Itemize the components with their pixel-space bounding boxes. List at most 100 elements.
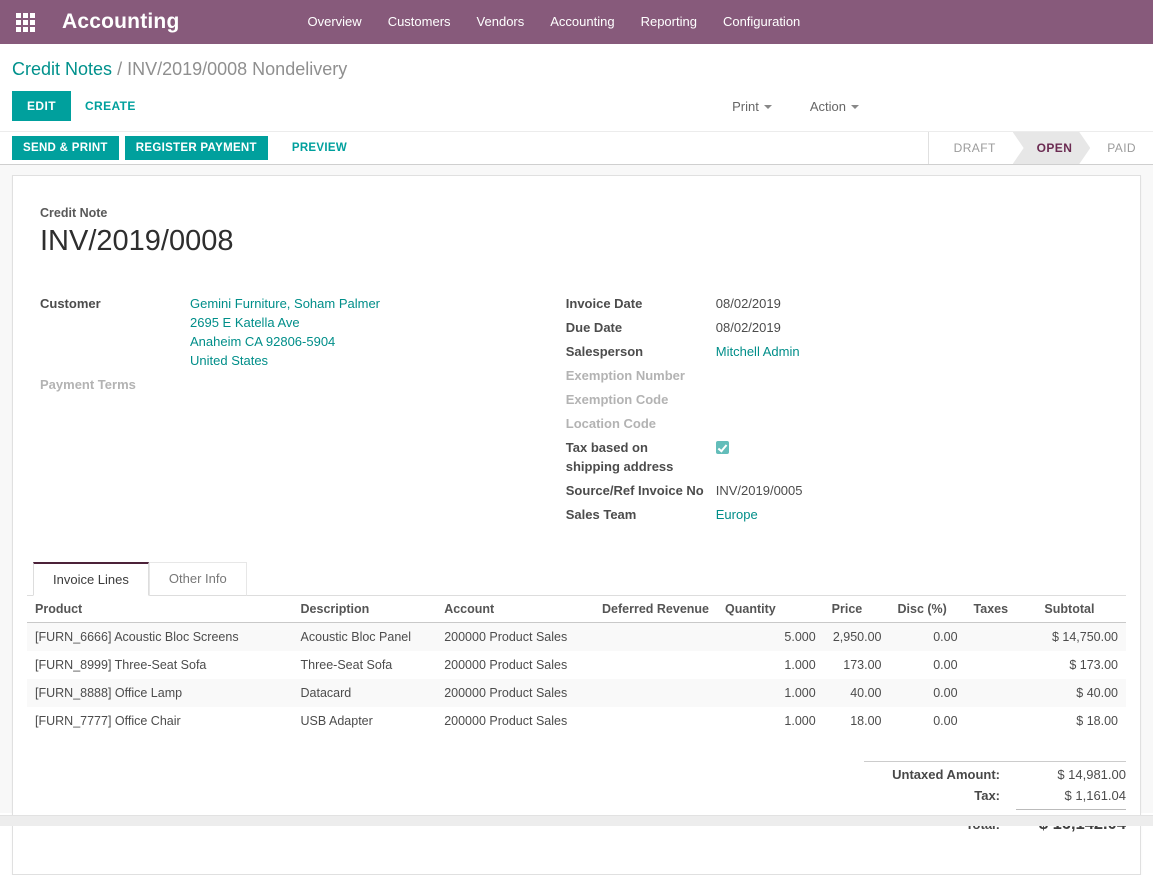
- cell-product: [FURN_8999] Three-Seat Sofa: [27, 651, 293, 679]
- customer-street-link[interactable]: 2695 E Katella Ave: [190, 313, 380, 332]
- cell-disc: 0.00: [890, 707, 966, 735]
- source-ref-label: Source/Ref Invoice No: [566, 481, 716, 500]
- stage-draft[interactable]: DRAFT: [937, 132, 1013, 164]
- breadcrumb-credit-notes[interactable]: Credit Notes: [12, 59, 112, 79]
- sales-team-field: Sales Team Europe: [566, 505, 1113, 524]
- stage-paid[interactable]: PAID: [1090, 132, 1153, 164]
- table-row[interactable]: [FURN_6666] Acoustic Bloc Screens Acoust…: [27, 623, 1126, 652]
- menu-item-accounting[interactable]: Accounting: [537, 0, 627, 44]
- table-row[interactable]: [FURN_7777] Office Chair USB Adapter 200…: [27, 707, 1126, 735]
- due-date-label: Due Date: [566, 318, 716, 337]
- table-header-row: Product Description Account Deferred Rev…: [27, 596, 1126, 623]
- customer-label: Customer: [40, 294, 190, 313]
- action-dropdowns: Print Action: [726, 98, 865, 115]
- payment-terms-label: Payment Terms: [40, 375, 190, 394]
- cell-description: USB Adapter: [293, 707, 437, 735]
- invoice-date-field: Invoice Date 08/02/2019: [566, 294, 1113, 313]
- exemption-code-field: Exemption Code: [566, 390, 1113, 409]
- sales-team-link[interactable]: Europe: [716, 505, 758, 524]
- cell-disc: 0.00: [890, 679, 966, 707]
- cell-taxes: [966, 707, 1037, 735]
- sales-team-label: Sales Team: [566, 505, 716, 524]
- cell-account: 200000 Product Sales: [436, 623, 594, 652]
- menu-item-reporting[interactable]: Reporting: [628, 0, 710, 44]
- status-stages: DRAFT OPEN PAID: [928, 132, 1153, 164]
- cell-deferred-revenue: [594, 707, 717, 735]
- main-menu: Overview Customers Vendors Accounting Re…: [295, 0, 814, 44]
- menu-item-customers[interactable]: Customers: [375, 0, 464, 44]
- cell-disc: 0.00: [890, 623, 966, 652]
- horizontal-scrollbar[interactable]: [0, 815, 1153, 826]
- payment-terms-field: Payment Terms: [40, 375, 566, 394]
- preview-button[interactable]: PREVIEW: [280, 137, 359, 159]
- edit-button[interactable]: EDIT: [12, 91, 71, 121]
- cell-product: [FURN_6666] Acoustic Bloc Screens: [27, 623, 293, 652]
- col-header-product[interactable]: Product: [27, 596, 293, 623]
- exemption-code-label: Exemption Code: [566, 390, 716, 409]
- document-number: INV/2019/0008: [27, 225, 1126, 258]
- salesperson-field: Salesperson Mitchell Admin: [566, 342, 1113, 361]
- cell-product: [FURN_7777] Office Chair: [27, 707, 293, 735]
- app-title[interactable]: Accounting: [62, 10, 180, 34]
- tax-value: $ 1,161.04: [1016, 788, 1126, 803]
- col-header-disc[interactable]: Disc (%): [890, 596, 966, 623]
- create-button[interactable]: CREATE: [71, 92, 150, 120]
- untaxed-amount-row: Untaxed Amount: $ 14,981.00: [864, 764, 1126, 785]
- col-header-deferred-revenue[interactable]: Deferred Revenue: [594, 596, 717, 623]
- top-navbar: Accounting Overview Customers Vendors Ac…: [0, 0, 1153, 44]
- print-dropdown[interactable]: Print: [726, 98, 778, 115]
- col-header-account[interactable]: Account: [436, 596, 594, 623]
- send-and-print-button[interactable]: SEND & PRINT: [12, 136, 119, 160]
- source-ref-field: Source/Ref Invoice No INV/2019/0005: [566, 481, 1113, 500]
- cell-quantity: 5.000: [717, 623, 824, 652]
- customer-field: Customer Gemini Furniture, Soham Palmer …: [40, 294, 566, 370]
- chevron-down-icon: [764, 105, 772, 109]
- tax-shipping-field: Tax based on shipping address: [566, 438, 1113, 476]
- salesperson-link[interactable]: Mitchell Admin: [716, 342, 800, 361]
- col-header-price[interactable]: Price: [824, 596, 890, 623]
- col-header-subtotal[interactable]: Subtotal: [1036, 596, 1126, 623]
- apps-grid-icon[interactable]: [16, 13, 35, 32]
- action-dropdown-label: Action: [810, 99, 846, 114]
- tab-other-info[interactable]: Other Info: [149, 562, 247, 596]
- customer-city-link[interactable]: Anaheim CA 92806-5904: [190, 332, 380, 351]
- tax-row: Tax: $ 1,161.04: [864, 785, 1126, 806]
- col-header-description[interactable]: Description: [293, 596, 437, 623]
- menu-item-vendors[interactable]: Vendors: [464, 0, 538, 44]
- stage-open[interactable]: OPEN: [1013, 132, 1091, 164]
- table-row[interactable]: [FURN_8999] Three-Seat Sofa Three-Seat S…: [27, 651, 1126, 679]
- cell-quantity: 1.000: [717, 707, 824, 735]
- exemption-number-field: Exemption Number: [566, 366, 1113, 385]
- menu-item-configuration[interactable]: Configuration: [710, 0, 813, 44]
- source-ref-value: INV/2019/0005: [716, 481, 803, 500]
- tab-invoice-lines[interactable]: Invoice Lines: [33, 562, 149, 596]
- tax-shipping-checkbox[interactable]: [716, 441, 729, 454]
- customer-name-link[interactable]: Gemini Furniture, Soham Palmer: [190, 294, 380, 313]
- untaxed-amount-value: $ 14,981.00: [1016, 767, 1126, 782]
- action-dropdown[interactable]: Action: [804, 98, 865, 115]
- menu-item-overview[interactable]: Overview: [295, 0, 375, 44]
- untaxed-amount-label: Untaxed Amount:: [864, 767, 1016, 782]
- table-row[interactable]: [FURN_8888] Office Lamp Datacard 200000 …: [27, 679, 1126, 707]
- fields-section: Customer Gemini Furniture, Soham Palmer …: [27, 294, 1126, 529]
- cell-product: [FURN_8888] Office Lamp: [27, 679, 293, 707]
- tax-label: Tax:: [864, 788, 1016, 803]
- cell-description: Acoustic Bloc Panel: [293, 623, 437, 652]
- col-header-taxes[interactable]: Taxes: [966, 596, 1037, 623]
- cell-taxes: [966, 651, 1037, 679]
- cell-subtotal: $ 173.00: [1036, 651, 1126, 679]
- exemption-number-label: Exemption Number: [566, 366, 716, 385]
- due-date-value: 08/02/2019: [716, 318, 781, 337]
- chevron-down-icon: [851, 105, 859, 109]
- cell-deferred-revenue: [594, 623, 717, 652]
- fields-right-column: Invoice Date 08/02/2019 Due Date 08/02/2…: [566, 294, 1113, 529]
- cell-account: 200000 Product Sales: [436, 679, 594, 707]
- control-panel-buttons: EDIT CREATE Print Action: [12, 91, 1141, 121]
- cell-deferred-revenue: [594, 651, 717, 679]
- cell-description: Three-Seat Sofa: [293, 651, 437, 679]
- customer-country-link[interactable]: United States: [190, 351, 380, 370]
- col-header-quantity[interactable]: Quantity: [717, 596, 824, 623]
- breadcrumb-separator: /: [117, 59, 127, 79]
- invoice-date-label: Invoice Date: [566, 294, 716, 313]
- register-payment-button[interactable]: REGISTER PAYMENT: [125, 136, 268, 160]
